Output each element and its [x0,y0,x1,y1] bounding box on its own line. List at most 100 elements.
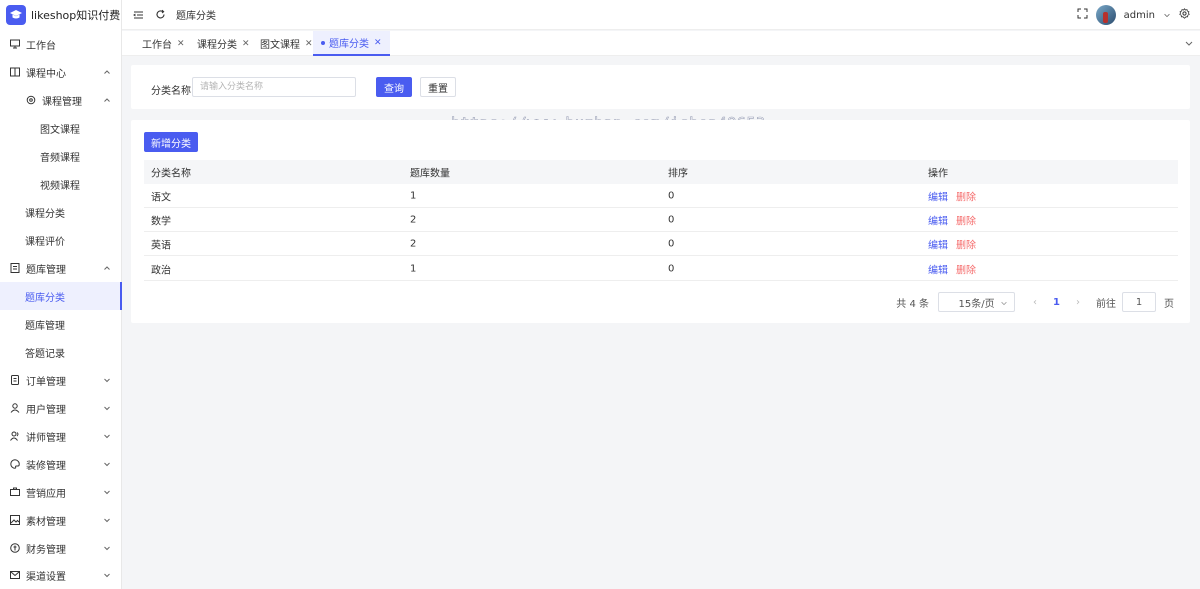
tab-text-course[interactable]: 图文课程 ✕ [260,31,313,56]
sidebar-item-workbench[interactable]: 工作台 [0,30,122,58]
cell-sort: 0 [668,263,675,274]
image-icon [10,515,20,525]
chevron-up-icon [104,266,110,270]
category-table-card: 新增分类 分类名称 题库数量 排序 操作 语文 1 0 编辑 删除 数学 2 0… [131,120,1190,323]
sidebar-item-label: 财务管理 [26,544,66,556]
chevron-down-icon [104,546,110,551]
menu-fold-icon[interactable] [132,9,144,21]
chevron-down-icon[interactable] [1184,38,1194,48]
sidebar-item-label: 装修管理 [26,460,66,472]
delete-link[interactable]: 删除 [956,236,976,251]
delete-link[interactable]: 删除 [956,212,976,227]
tab-bar: 工作台 ✕ 课程分类 ✕ 图文课程 ✕ 题库分类 ✕ [122,31,1200,56]
cell-count: 2 [410,238,417,249]
page-size-select[interactable]: 15条/页 [938,292,1016,312]
sidebar-item-users[interactable]: 用户管理 [0,394,122,422]
delete-link[interactable]: 删除 [956,261,976,276]
category-name-input[interactable] [192,77,356,97]
reset-button[interactable]: 重置 [420,77,456,97]
next-page-button[interactable]: › [1076,297,1080,308]
close-icon[interactable]: ✕ [177,39,185,49]
sidebar-item-label: 营销应用 [26,488,66,500]
sidebar-item-course-manage[interactable]: 课程管理 [0,86,122,114]
sidebar-item-video-course[interactable]: 视频课程 [0,170,122,198]
close-icon[interactable]: ✕ [305,39,313,49]
query-button[interactable]: 查询 [376,77,412,97]
tab-course-category[interactable]: 课程分类 ✕ [197,31,250,56]
edit-link[interactable]: 编辑 [928,212,948,227]
column-header: 分类名称 [151,168,191,180]
chevron-up-icon [104,98,110,102]
sidebar-item-course-category[interactable]: 课程分类 [0,198,122,226]
close-icon[interactable]: ✕ [242,39,250,49]
sidebar-item-decoration[interactable]: 装修管理 [0,450,122,478]
fullscreen-icon[interactable] [1077,8,1088,22]
chevron-down-icon [104,462,110,467]
teacher-icon [10,431,20,441]
edit-link[interactable]: 编辑 [928,236,948,251]
tab-question-category[interactable]: 题库分类 ✕ [313,31,390,56]
refresh-icon[interactable] [154,9,166,21]
sidebar-item-label: 订单管理 [26,376,66,388]
page-number-current[interactable]: 1 [1053,297,1060,308]
cell-count: 1 [410,190,417,201]
sidebar-item-label: 题库分类 [25,292,65,304]
tab-label: 课程分类 [197,40,237,51]
cell-name: 英语 [151,240,171,251]
sidebar-item-marketing[interactable]: 营销应用 [0,478,122,506]
table-header: 分类名称 题库数量 排序 操作 [144,160,1178,184]
tab-label: 工作台 [142,40,172,51]
app-logo[interactable]: likeshop知识付费 [0,0,121,30]
sidebar-item-answer-records[interactable]: 答题记录 [0,338,122,366]
avatar[interactable] [1095,5,1116,25]
palette-icon [10,459,20,469]
sidebar-item-teachers[interactable]: 讲师管理 [0,422,122,450]
sidebar-item-channels[interactable]: 渠道设置 [0,561,122,589]
table-row: 语文 1 0 编辑 删除 [144,184,1178,208]
order-icon [10,375,20,385]
app-title: likeshop知识付费 [31,9,121,22]
sidebar-item-label: 答题记录 [25,348,65,360]
tab-workbench[interactable]: 工作台 ✕ [142,31,185,56]
user-name[interactable]: admin [1124,10,1155,21]
sidebar-item-orders[interactable]: 订单管理 [0,366,122,394]
tab-label: 图文课程 [260,40,300,51]
chevron-down-icon [104,434,110,439]
sidebar-item-label: 题库管理 [25,320,65,332]
close-icon[interactable]: ✕ [374,38,382,48]
column-header: 操作 [928,168,948,180]
sidebar-item-course-center[interactable]: 课程中心 [0,58,122,86]
sidebar-item-label: 渠道设置 [26,571,66,583]
sidebar-item-question-category[interactable]: 题库分类 [0,282,122,310]
add-category-button[interactable]: 新增分类 [144,132,198,152]
column-header: 排序 [668,168,688,180]
cell-count: 2 [410,214,417,225]
prev-page-button[interactable]: ‹ [1033,297,1037,308]
mail-icon [10,570,20,580]
edit-link[interactable]: 编辑 [928,261,948,276]
sidebar-item-label: 课程管理 [42,96,82,108]
cell-sort: 0 [668,190,675,201]
sidebar-item-finance[interactable]: 财务管理 [0,534,122,562]
top-header: 题库分类 admin [122,0,1200,30]
chevron-down-icon [1001,301,1007,306]
category-name-label: 分类名称 [151,86,191,97]
edit-link[interactable]: 编辑 [928,188,948,203]
sidebar-item-question-bank[interactable]: 题库管理 [0,254,122,282]
settings-icon[interactable] [1179,8,1190,22]
sidebar-item-label: 素材管理 [26,516,66,528]
sidebar-item-question-manage[interactable]: 题库管理 [0,310,122,338]
sidebar-item-text-course[interactable]: 图文课程 [0,114,122,142]
sidebar-item-materials[interactable]: 素材管理 [0,506,122,534]
table-row: 政治 1 0 编辑 删除 [144,257,1178,281]
goto-page-input[interactable]: 1 [1122,292,1156,312]
sidebar-item-label: 图文课程 [40,124,80,136]
sidebar-item-audio-course[interactable]: 音频课程 [0,142,122,170]
sidebar-item-label: 用户管理 [26,404,66,416]
cell-name: 政治 [151,265,171,276]
sidebar-item-label: 课程评价 [25,236,65,248]
sidebar-item-course-review[interactable]: 课程评价 [0,226,122,254]
chevron-down-icon[interactable] [1163,8,1171,22]
delete-link[interactable]: 删除 [956,188,976,203]
breadcrumb: 题库分类 [176,11,216,22]
